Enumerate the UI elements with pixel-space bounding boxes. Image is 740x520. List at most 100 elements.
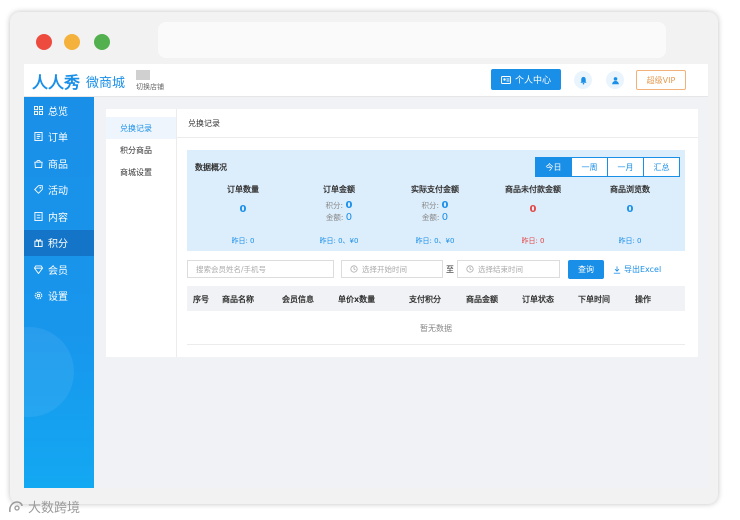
column-header-order-time: 下单时间 [578, 295, 610, 304]
points-value: 0 [441, 200, 449, 211]
exchange-records-panel: 兑换记录 数据概况 今日 一周 一月 汇总 订单数量 0 昨日: 0 订单金额 … [177, 109, 698, 357]
stat-points-line: 积分: 0 [291, 200, 387, 211]
user-profile-button[interactable] [606, 71, 624, 89]
stat-unpaid-amount-yesterday: 昨日: 0 [521, 237, 545, 245]
subnav-item-exchange-records[interactable]: 兑换记录 [106, 117, 176, 139]
stat-amount-line: 金额: 0 [387, 212, 483, 223]
sidebar-item-label: 活动 [48, 186, 68, 198]
stat-title: 订单金额 [323, 185, 355, 194]
clock-icon [350, 265, 358, 273]
points-label: 积分: [325, 201, 344, 210]
member-search-placeholder: 搜索会员姓名/手机号 [196, 264, 267, 274]
diamond-icon [34, 265, 43, 274]
sidebar-item-activities[interactable]: 活动 [24, 177, 94, 204]
bell-icon [579, 76, 587, 85]
watermark-text: 大数跨境 [28, 501, 81, 516]
tab-month[interactable]: 一月 [607, 157, 644, 177]
download-icon [613, 265, 621, 274]
stat-order-amount-yesterday: 昨日: 0、¥0 [319, 237, 359, 245]
points-label: 积分: [421, 201, 440, 210]
sidebar-item-label: 总览 [48, 106, 68, 118]
amount-label: 金额: [325, 213, 344, 222]
table-empty-state: 暂无数据 [187, 311, 685, 345]
sidebar-item-settings[interactable]: 设置 [24, 283, 94, 310]
minimize-window-button[interactable] [64, 34, 80, 50]
column-header-order-status: 订单状态 [522, 295, 554, 304]
user-icon [611, 76, 619, 84]
member-search-input[interactable]: 搜索会员姓名/手机号 [187, 260, 334, 278]
stat-paid-amount-yesterday: 昨日: 0、¥0 [415, 237, 455, 245]
end-time-input[interactable]: 选择结束时间 [457, 260, 560, 278]
sidebar-item-label: 内容 [48, 212, 68, 224]
overview-title: 数据概况 [195, 163, 227, 172]
column-header-unit-price-qty: 单价x数量 [338, 295, 376, 304]
subnav-item-mall-settings[interactable]: 商城设置 [106, 161, 176, 183]
period-tabs: 今日 一周 一月 汇总 [535, 157, 680, 177]
sidebar-item-content[interactable]: 内容 [24, 203, 94, 230]
stat-title: 实际支付金额 [411, 185, 459, 194]
stat-views: 商品浏览数 0 [582, 184, 678, 215]
table-header: 序号 商品名称 会员信息 单价x数量 支付积分 商品金额 订单状态 下单时间 操… [187, 286, 685, 311]
stat-order-count-yesterday: 昨日: 0 [231, 237, 255, 245]
stat-views-yesterday: 昨日: 0 [618, 237, 642, 245]
tab-week[interactable]: 一周 [571, 157, 608, 177]
panel-title: 兑换记录 [188, 119, 220, 128]
sidebar-item-points[interactable]: 积分 [24, 229, 94, 256]
browser-titlebar [10, 12, 718, 64]
stat-title: 商品未付款金额 [505, 185, 561, 194]
start-time-placeholder: 选择开始时间 [362, 264, 407, 274]
sidebar-item-label: 订单 [48, 133, 68, 145]
personal-center-button[interactable]: 个人中心 [491, 69, 561, 90]
switch-store-link[interactable]: 切换店铺 [136, 82, 164, 92]
store-avatar[interactable] [136, 70, 150, 80]
stat-order-amount: 订单金额 积分: 0 金额: 0 [291, 184, 387, 223]
watermark-logo-icon [9, 500, 23, 512]
address-bar[interactable] [158, 22, 666, 58]
start-time-input[interactable]: 选择开始时间 [341, 260, 443, 278]
notification-button[interactable] [574, 71, 592, 89]
sidebar-item-overview[interactable]: 总览 [24, 97, 94, 124]
stat-points-line: 积分: 0 [387, 200, 483, 211]
sidebar-item-products[interactable]: 商品 [24, 150, 94, 177]
amount-value: 0 [345, 212, 353, 223]
close-window-button[interactable] [36, 34, 52, 50]
export-excel-button[interactable]: 导出Excel [613, 264, 661, 275]
watermark: 大数跨境 [8, 497, 80, 516]
stat-value: 0 [626, 204, 634, 215]
stat-amount-line: 金额: 0 [291, 212, 387, 223]
query-button[interactable]: 查询 [568, 260, 604, 279]
stat-unpaid-amount: 商品未付款金额 0 [485, 184, 581, 215]
column-header-member-info: 会员信息 [282, 295, 314, 304]
sidebar-item-orders[interactable]: 订单 [24, 124, 94, 151]
sidebar-decoration [24, 327, 74, 417]
clock-icon [466, 265, 474, 273]
gear-icon [34, 291, 43, 300]
subnav-item-points-products[interactable]: 积分商品 [106, 139, 176, 161]
date-range-separator: 至 [446, 265, 454, 274]
stat-order-count: 订单数量 0 [195, 184, 291, 215]
tab-summary[interactable]: 汇总 [643, 157, 680, 177]
logo-main[interactable]: 人人秀 [32, 69, 80, 93]
sidebar-item-label: 设置 [48, 292, 68, 304]
data-overview: 数据概况 今日 一周 一月 汇总 订单数量 0 昨日: 0 订单金额 积分: 0… [187, 150, 685, 251]
panel-header: 兑换记录 [177, 109, 698, 138]
stat-paid-amount: 实际支付金额 积分: 0 金额: 0 [387, 184, 483, 223]
maximize-window-button[interactable] [94, 34, 110, 50]
list-icon [34, 211, 43, 221]
super-vip-button[interactable]: 超级VIP [636, 70, 686, 90]
points-value: 0 [345, 200, 353, 211]
personal-card-icon [500, 75, 511, 84]
column-header-paid-points: 支付积分 [409, 295, 441, 304]
export-excel-label: 导出Excel [624, 265, 662, 274]
stat-value: 0 [239, 204, 247, 215]
end-time-placeholder: 选择结束时间 [478, 264, 523, 274]
sidebar-item-label: 积分 [48, 239, 68, 251]
column-header-product-name: 商品名称 [222, 295, 254, 304]
sidebar-item-members[interactable]: 会员 [24, 256, 94, 283]
tab-today[interactable]: 今日 [535, 157, 572, 177]
amount-label: 金额: [421, 213, 440, 222]
top-header: 人人秀 微商城 切换店铺 个人中心 超级VIP [24, 64, 708, 97]
stat-title: 订单数量 [227, 185, 259, 194]
sidebar: 总览 订单 商品 活动 内容 积分 会员 设置 [24, 97, 94, 488]
logo-sub: 微商城 [86, 76, 126, 91]
